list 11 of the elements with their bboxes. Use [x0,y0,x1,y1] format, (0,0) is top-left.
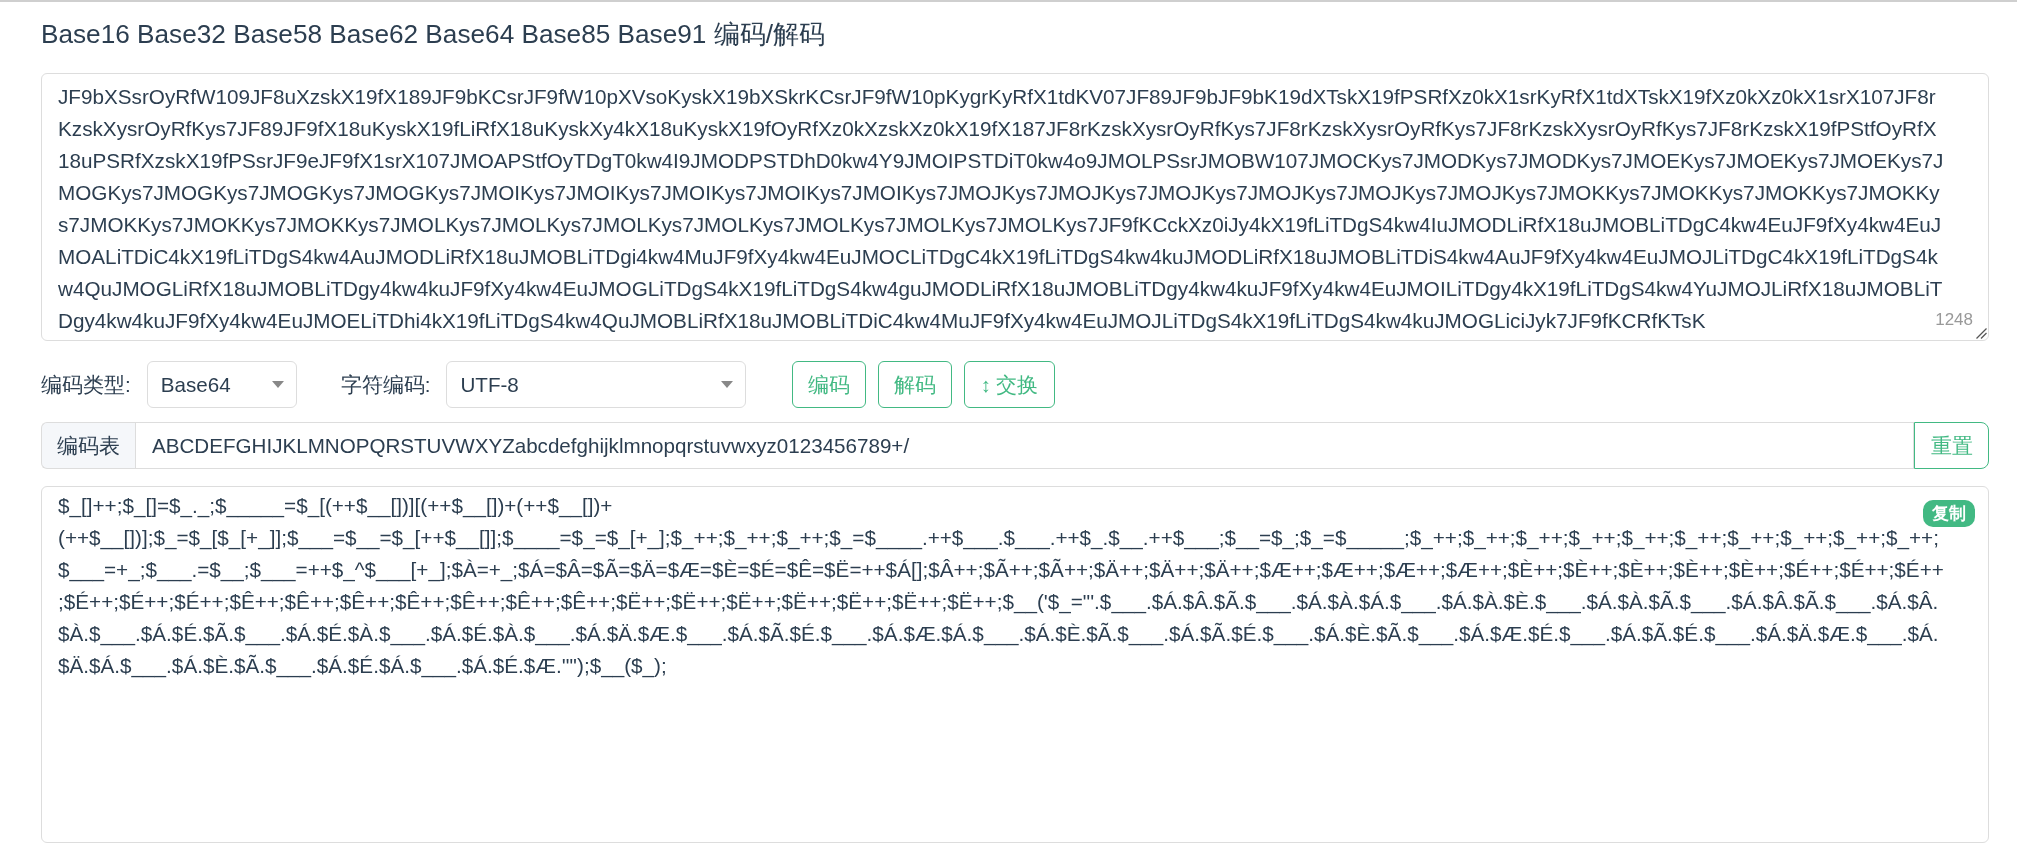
field-label: 字符编码: [340,372,431,397]
field-label: 编码类型: [41,372,131,397]
dropdown[interactable]: UTF-8 [446,361,747,408]
caret-icon [271,381,284,388]
addon-label: 编码表 [41,422,135,469]
dropdown[interactable]: Base64 [146,361,297,408]
character-count: 1248 [1935,311,1973,329]
resize-handle-icon[interactable] [1976,328,1987,339]
input-field[interactable]: ABCDEFGHIJKLMNOPQRSTUVWXYZabcdefghijklmnopqrstuvwxyz0123456789+/ [135,422,1914,469]
caret-icon [721,381,734,388]
page-title: Base16 Base32 Base58 Base62 Base64 Base85 Base91 编码/解码 [41,18,825,50]
